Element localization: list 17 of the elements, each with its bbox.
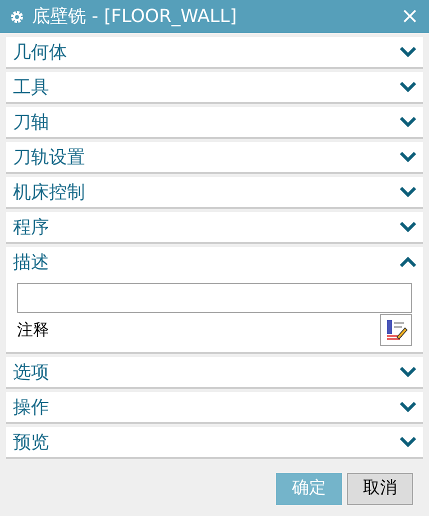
section-header[interactable]: 程序 xyxy=(6,212,423,242)
section-header[interactable]: 预览 xyxy=(6,427,423,457)
gear-icon xyxy=(10,10,24,24)
window-title: 底壁铣 - [FLOOR_WALL] xyxy=(32,5,238,29)
edit-button[interactable] xyxy=(380,314,412,346)
section-header[interactable]: 机床控制 xyxy=(6,177,423,207)
section-header[interactable]: 刀轨设置 xyxy=(6,142,423,172)
field-label: 注释 xyxy=(17,319,49,341)
section-header[interactable]: 几何体 xyxy=(6,37,423,67)
description-field[interactable] xyxy=(17,283,412,313)
section-header[interactable]: 操作 xyxy=(6,392,423,422)
section-header[interactable]: 选项 xyxy=(6,357,423,387)
section-header[interactable]: 工具 xyxy=(6,72,423,102)
cancel-button[interactable]: 取消 xyxy=(347,473,413,505)
section-header[interactable]: 描述 xyxy=(6,247,423,277)
edit-notes-icon xyxy=(384,318,408,342)
section-header[interactable]: 刀轴 xyxy=(6,107,423,137)
